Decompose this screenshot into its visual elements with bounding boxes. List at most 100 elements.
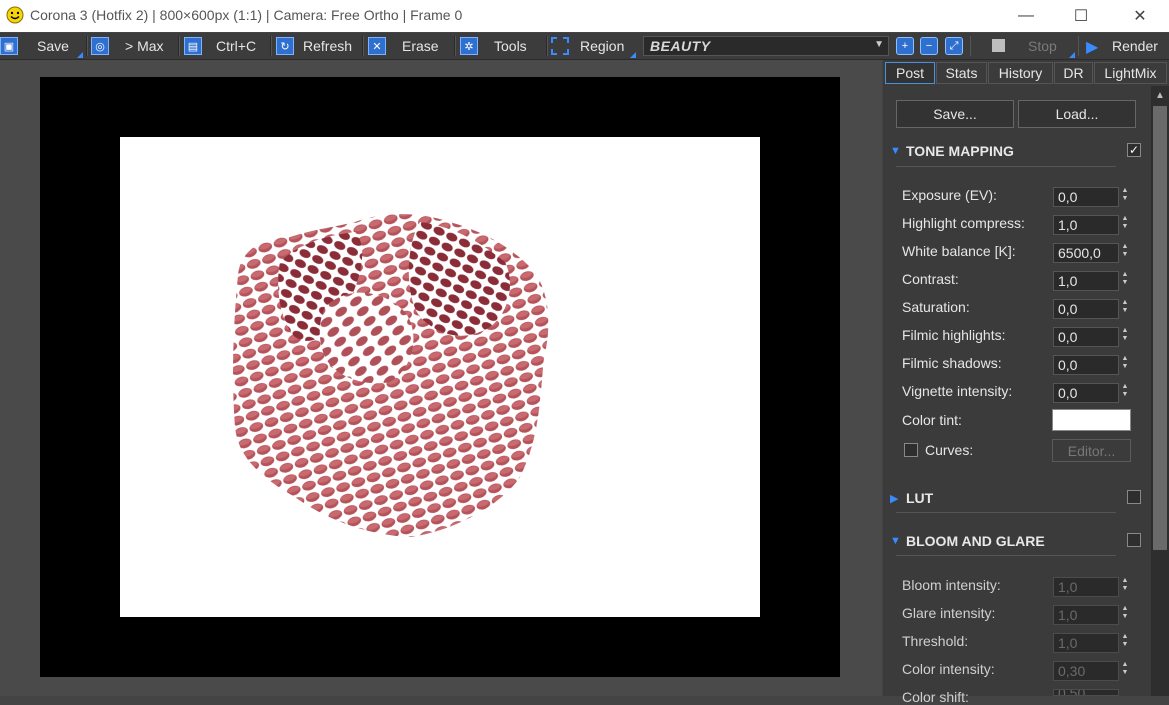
bloom-glare-checkbox[interactable] <box>1127 533 1141 547</box>
curves-checkbox[interactable] <box>904 443 918 457</box>
threshold-input[interactable]: 1,0 <box>1053 633 1119 653</box>
filmic-highlights-label: Filmic highlights: <box>902 327 1006 343</box>
section-divider <box>896 512 1116 513</box>
region-button[interactable]: Region <box>551 33 624 59</box>
section-title-lut: LUT <box>906 490 934 506</box>
glare-intensity-label: Glare intensity: <box>902 605 996 621</box>
stop-label: Stop <box>1028 38 1057 54</box>
toolbar-divider <box>546 36 548 56</box>
dropdown-corner-icon <box>630 52 636 58</box>
tab-post[interactable]: Post <box>885 62 935 84</box>
to-max-button[interactable]: ◎ > Max <box>91 33 164 59</box>
expand-triangle-icon[interactable]: ▼ <box>890 535 901 547</box>
copy-label: Ctrl+C <box>216 38 257 54</box>
section-title-bloom-glare: BLOOM AND GLARE <box>906 533 1045 549</box>
glare-intensity-input[interactable]: 1,0 <box>1053 605 1119 625</box>
copy-button[interactable]: ▤ Ctrl+C <box>184 33 256 59</box>
zoom-in-icon[interactable]: + <box>896 37 914 55</box>
contrast-label: Contrast: <box>902 271 959 287</box>
curves-editor-button[interactable]: Editor... <box>1052 439 1131 462</box>
spinner-arrows-icon[interactable]: ▲ ▼ <box>1121 215 1129 231</box>
refresh-button[interactable]: ↻ Refresh <box>276 33 352 59</box>
tools-button[interactable]: ✲ Tools <box>460 33 527 59</box>
chevron-down-icon: ▼ <box>874 39 884 50</box>
section-divider <box>896 555 1116 556</box>
floppy-disk-icon: ▣ <box>0 37 18 55</box>
spinner-arrows-icon[interactable]: ▲ ▼ <box>1121 577 1129 593</box>
spinner-arrows-icon[interactable]: ▲ ▼ <box>1121 605 1129 621</box>
tab-dr[interactable]: DR <box>1054 62 1093 84</box>
expand-triangle-icon[interactable]: ▼ <box>890 145 901 157</box>
spinner-arrows-icon[interactable]: ▲ ▼ <box>1121 355 1129 371</box>
spinner-arrows-icon[interactable]: ▲ ▼ <box>1121 187 1129 203</box>
highlight-compress-input[interactable]: 1,0 <box>1053 215 1119 235</box>
corona-smiley-icon <box>6 6 24 24</box>
spinner-arrows-icon[interactable]: ▲ ▼ <box>1121 327 1129 343</box>
color-shift-input[interactable]: 0,50 <box>1053 689 1119 696</box>
render-button[interactable]: ▶ Render <box>1082 33 1169 59</box>
refresh-label: Refresh <box>303 38 353 54</box>
color-tint-label: Color tint: <box>902 412 962 428</box>
threshold-label: Threshold: <box>902 633 969 649</box>
close-button[interactable]: ✕ <box>1117 0 1163 32</box>
saturation-label: Saturation: <box>902 299 970 315</box>
bloom-intensity-input[interactable]: 1,0 <box>1053 577 1119 597</box>
erase-x-icon: ✕ <box>368 37 386 55</box>
scrollbar-thumb[interactable] <box>1153 106 1167 550</box>
panel-scrollbar[interactable]: ▲ <box>1151 86 1169 696</box>
region-select-icon <box>551 37 569 55</box>
render-label: Render <box>1112 38 1158 54</box>
vignette-intensity-input[interactable]: 0,0 <box>1053 383 1119 403</box>
curves-label: Curves: <box>925 442 974 458</box>
stop-button[interactable]: Stop <box>986 33 1076 59</box>
dropdown-corner-icon <box>1069 52 1075 58</box>
spinner-arrows-icon[interactable]: ▲ ▼ <box>1121 243 1129 259</box>
color-intensity-label: Color intensity: <box>902 661 995 677</box>
title-bar: Corona 3 (Hotfix 2) | 800×600px (1:1) | … <box>0 0 1169 32</box>
highlight-compress-label: Highlight compress: <box>902 215 1025 231</box>
filmic-highlights-input[interactable]: 0,0 <box>1053 327 1119 347</box>
save-button[interactable]: ▣ Save <box>0 33 69 59</box>
toolbar-divider <box>970 36 971 56</box>
color-tint-swatch[interactable] <box>1052 409 1131 431</box>
tab-stats[interactable]: Stats <box>936 62 987 84</box>
color-intensity-input[interactable]: 0,30 <box>1053 661 1119 681</box>
rendered-basket-object <box>233 214 549 537</box>
post-load-button[interactable]: Load... <box>1018 100 1136 128</box>
filmic-shadows-input[interactable]: 0,0 <box>1053 355 1119 375</box>
scroll-up-arrow-icon[interactable]: ▲ <box>1151 86 1169 104</box>
erase-label: Erase <box>402 38 439 54</box>
white-balance-input[interactable]: 6500,0 <box>1053 243 1119 263</box>
exposure-label: Exposure (EV): <box>902 187 997 203</box>
to-max-label: > Max <box>125 38 164 54</box>
spinner-arrows-icon[interactable]: ▲ ▼ <box>1121 299 1129 315</box>
erase-button[interactable]: ✕ Erase <box>368 33 439 59</box>
toolbar-divider <box>454 36 456 56</box>
section-divider <box>896 166 1116 167</box>
dropdown-corner-icon <box>77 52 83 58</box>
gear-icon: ✲ <box>460 37 478 55</box>
minimize-button[interactable]: — <box>1003 0 1049 32</box>
maximize-button[interactable]: ☐ <box>1058 0 1104 32</box>
saturation-input[interactable]: 0,0 <box>1053 299 1119 319</box>
lut-checkbox[interactable] <box>1127 490 1141 504</box>
spinner-arrows-icon[interactable]: ▲ ▼ <box>1121 383 1129 399</box>
window-title: Corona 3 (Hotfix 2) | 800×600px (1:1) | … <box>30 7 463 23</box>
rendered-image[interactable] <box>120 137 760 617</box>
tone-mapping-checkbox[interactable]: ✓ <box>1127 143 1141 157</box>
zoom-out-icon[interactable]: − <box>920 37 938 55</box>
refresh-icon: ↻ <box>276 37 294 55</box>
spinner-arrows-icon[interactable]: ▲ ▼ <box>1121 633 1129 649</box>
tab-lightmix[interactable]: LightMix <box>1094 62 1167 84</box>
exposure-input[interactable]: 0,0 <box>1053 187 1119 207</box>
spinner-arrows-icon[interactable]: ▲ ▼ <box>1121 271 1129 287</box>
clipboard-icon: ▤ <box>184 37 202 55</box>
render-element-dropdown[interactable]: BEAUTY ▼ <box>643 36 889 56</box>
post-save-button[interactable]: Save... <box>896 100 1014 128</box>
save-label: Save <box>37 38 69 54</box>
collapsed-triangle-icon[interactable]: ▶ <box>890 492 898 505</box>
spinner-arrows-icon[interactable]: ▲ ▼ <box>1121 661 1129 677</box>
zoom-fit-icon[interactable]: ⤢ <box>945 37 963 55</box>
contrast-input[interactable]: 1,0 <box>1053 271 1119 291</box>
tab-history[interactable]: History <box>988 62 1053 84</box>
